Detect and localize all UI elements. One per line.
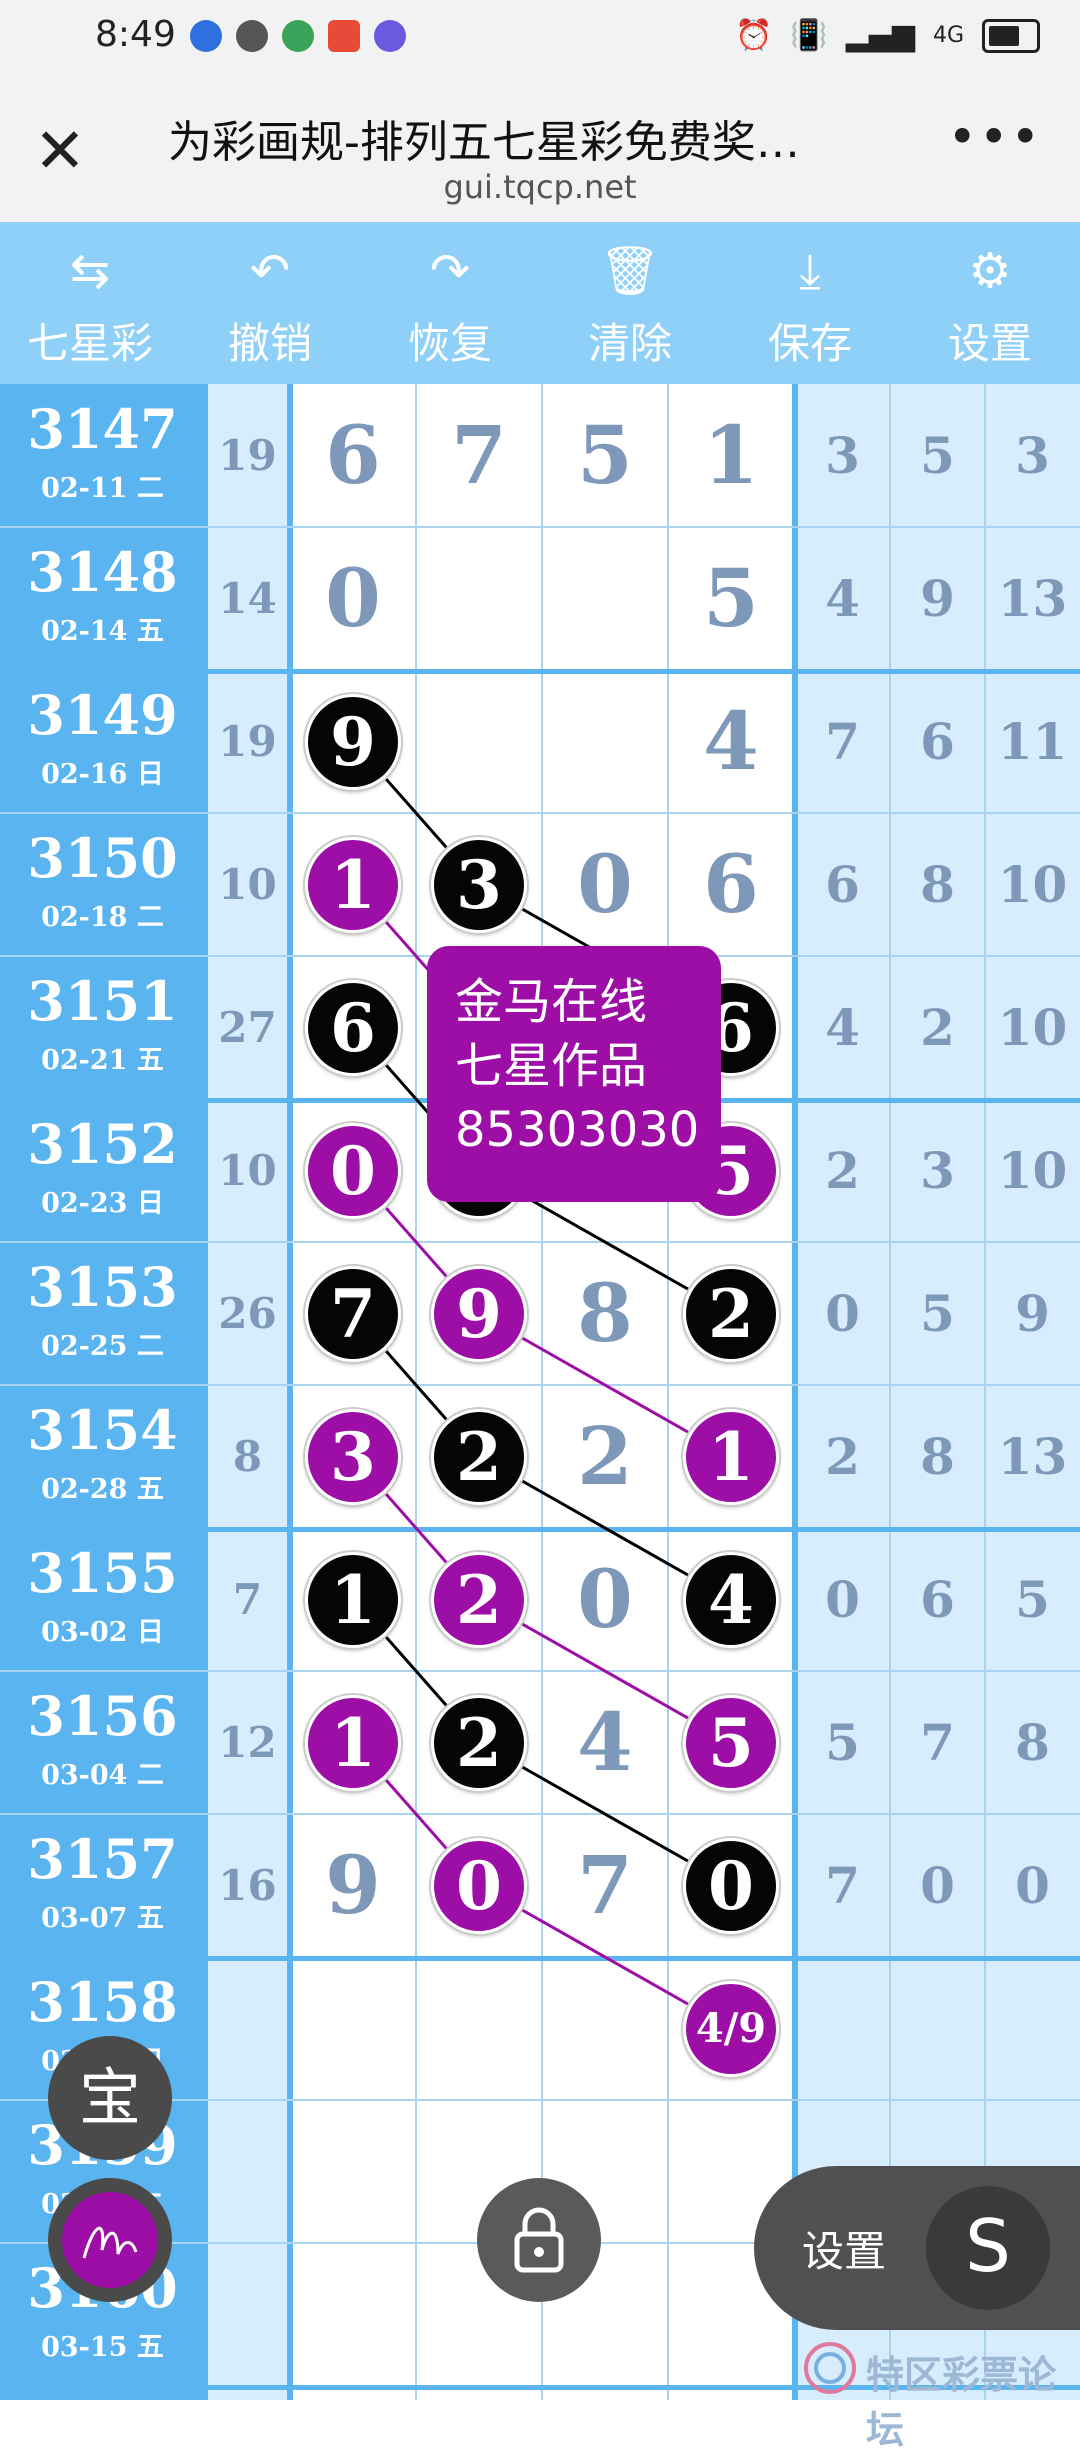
- more-menu-icon[interactable]: •••: [948, 108, 1042, 166]
- clear-button[interactable]: 🗑 清除: [540, 222, 720, 384]
- marked-ball[interactable]: 2: [431, 1551, 527, 1648]
- notification-icons: [190, 20, 406, 52]
- toolbar-label: 撤销: [227, 319, 312, 368]
- browser-header: ✕ 为彩画规-排列五七星彩免费奖… gui.tqcp.net •••: [0, 78, 1080, 222]
- music-icon: [374, 20, 406, 52]
- marked-ball[interactable]: 0: [305, 1122, 401, 1219]
- marked-ball[interactable]: 1: [305, 836, 401, 933]
- download-icon: ⤓: [799, 243, 821, 299]
- undo-button[interactable]: ↶ 撤销: [180, 222, 360, 384]
- popup-line1: 金马在线: [455, 974, 648, 1030]
- lock-icon: [514, 2207, 564, 2273]
- drawing-toolbar: ⇆ 七星彩 ↶ 撤销 ↷ 恢复 🗑 清除 ⤓ 保存 ⚙ 设置: [0, 222, 1080, 384]
- trash-icon: 🗑: [599, 243, 661, 299]
- status-time: 8:49: [95, 14, 176, 55]
- page-url: gui.tqcp.net: [443, 168, 637, 206]
- marked-ball[interactable]: 9: [305, 693, 401, 790]
- redo-icon: ↷: [429, 243, 471, 299]
- popup-line2: 七星作品: [455, 1038, 648, 1094]
- marked-ball[interactable]: 2: [431, 1694, 527, 1791]
- toolbar-label: 设置: [947, 319, 1032, 368]
- toolbar-label: 清除: [587, 319, 672, 368]
- lock-button[interactable]: [477, 2178, 601, 2302]
- popup-line3: 85303030: [455, 1102, 700, 1158]
- alarm-icon: ⏰: [735, 18, 773, 53]
- marked-ball[interactable]: 0: [431, 1837, 527, 1934]
- system-icons: ⏰ 📳 ▂▄▆ 4G: [735, 18, 1040, 53]
- status-bar: 8:49 ⏰ 📳 ▂▄▆ 4G: [0, 0, 1080, 78]
- marked-ball[interactable]: 3: [431, 836, 527, 933]
- watermark-logo-icon: [804, 2342, 856, 2394]
- toolbar-label: 保存: [767, 319, 852, 368]
- swap-icon: ⇆: [69, 243, 111, 299]
- page-title: 为彩画规-排列五七星彩免费奖…: [168, 117, 800, 168]
- marked-ball[interactable]: 5: [683, 1694, 779, 1791]
- settings-button[interactable]: ⚙ 设置: [900, 222, 1080, 384]
- battery-icon: [982, 18, 1040, 53]
- toolbar-label: 恢复: [407, 319, 492, 368]
- marked-ball[interactable]: 4/9: [683, 1980, 779, 2077]
- save-button[interactable]: ⤓ 保存: [720, 222, 900, 384]
- forum-watermark: 特区彩票论坛: [800, 2338, 1080, 2452]
- pen-color-swatch: [62, 2192, 158, 2288]
- baidu-app-icon: [190, 20, 222, 52]
- shop-icon: [328, 20, 360, 52]
- marked-ball[interactable]: 2: [683, 1265, 779, 1362]
- network-type: 4G: [932, 23, 964, 48]
- undo-icon: ↶: [249, 243, 291, 299]
- vibrate-icon: 📳: [790, 18, 828, 53]
- author-label-box[interactable]: 金马在线 七星作品 85303030: [427, 946, 721, 1202]
- marked-ball[interactable]: 4: [683, 1551, 779, 1648]
- watermark-text: 特区彩票论坛: [866, 2353, 1057, 2452]
- floating-settings-pill[interactable]: 设置 S: [754, 2166, 1080, 2330]
- marked-ball[interactable]: 1: [683, 1408, 779, 1505]
- signature-pen-icon: [82, 2227, 138, 2259]
- marked-ball[interactable]: 6: [305, 979, 401, 1076]
- marked-ball[interactable]: 9: [431, 1265, 527, 1362]
- marked-ball[interactable]: 7: [305, 1265, 401, 1362]
- settings-pill-label: 设置: [802, 2227, 887, 2276]
- lottery-switch-button[interactable]: ⇆ 七星彩: [0, 222, 180, 384]
- s-button[interactable]: S: [926, 2186, 1050, 2310]
- app-notification-icon: [282, 20, 314, 52]
- marked-ball[interactable]: 0: [683, 1837, 779, 1934]
- gear-icon: ⚙: [968, 243, 1012, 299]
- toolbar-label: 七星彩: [26, 319, 153, 368]
- marked-ball[interactable]: 1: [305, 1694, 401, 1791]
- signal-icon: ▂▄▆: [845, 18, 915, 53]
- marked-ball[interactable]: 1: [305, 1551, 401, 1648]
- marked-ball[interactable]: 3: [305, 1408, 401, 1505]
- marked-ball[interactable]: 2: [431, 1408, 527, 1505]
- chat-icon: [236, 20, 268, 52]
- redo-button[interactable]: ↷ 恢复: [360, 222, 540, 384]
- bao-button[interactable]: 宝: [48, 2036, 172, 2160]
- pen-button[interactable]: [48, 2178, 172, 2302]
